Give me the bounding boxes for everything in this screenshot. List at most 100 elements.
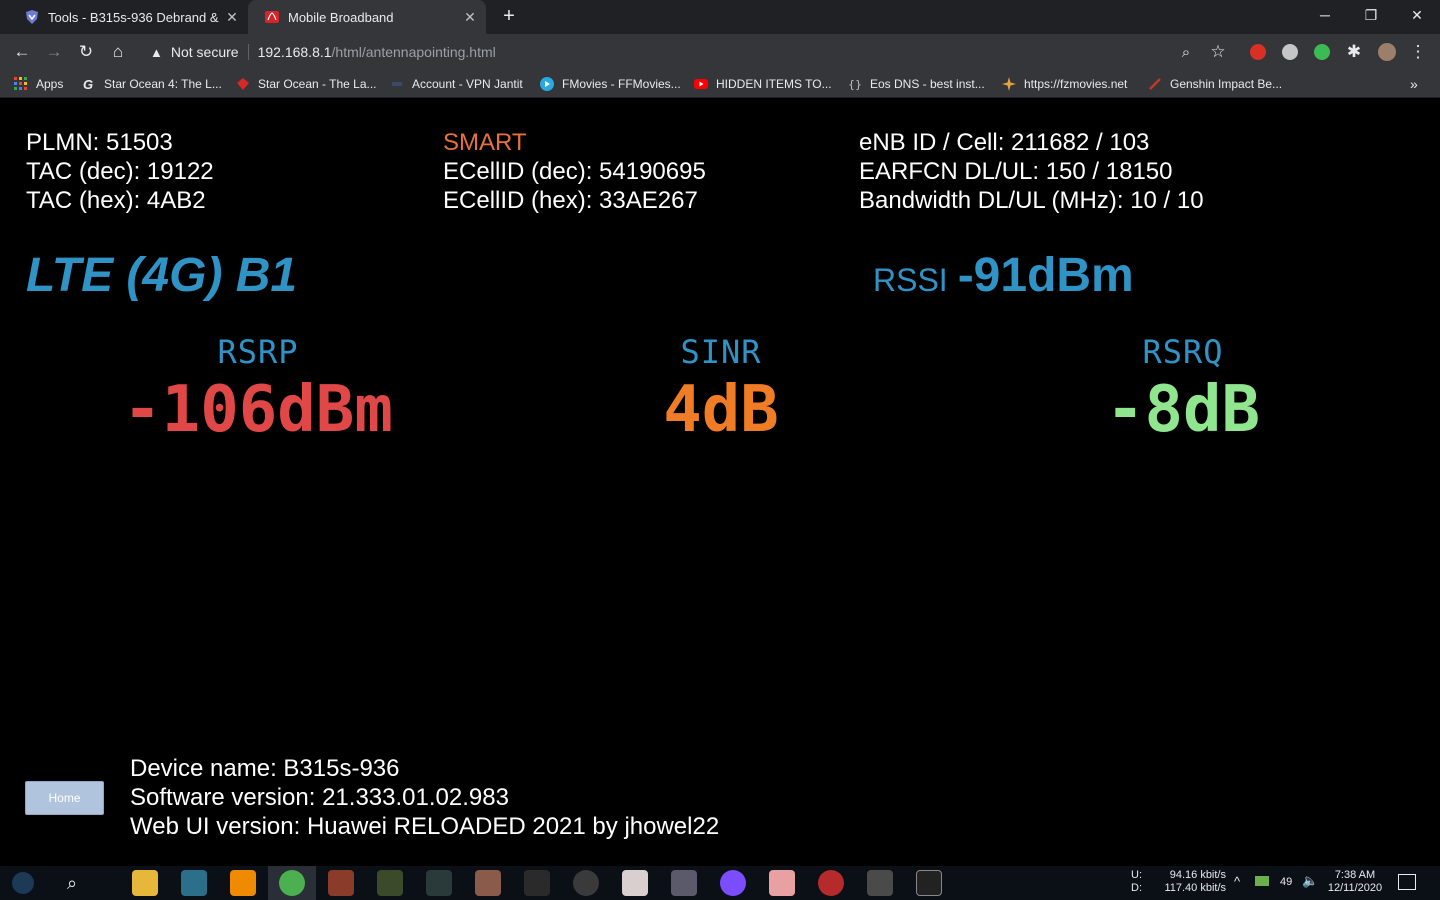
vlc-icon[interactable] <box>230 870 256 896</box>
tab-mobile-broadband[interactable]: Mobile Broadband ✕ <box>248 0 486 34</box>
address-bar[interactable]: ▲ Not secure 192.168.8.1/html/antennapoi… <box>142 38 1242 66</box>
plmn-value: PLMN: 51503 <box>26 129 173 156</box>
forward-icon[interactable]: → <box>42 40 66 64</box>
huawei-logo-icon <box>265 11 279 23</box>
restore-button[interactable]: ❐ <box>1348 0 1394 30</box>
search-icon[interactable]: ⌕ <box>60 871 84 895</box>
extension-compass-icon[interactable] <box>1282 44 1298 60</box>
genshin-site-icon <box>1149 78 1161 90</box>
webui-version: Web UI version: Huawei RELOADED 2021 by … <box>130 813 720 840</box>
svg-text:{}: {} <box>848 78 862 91</box>
ecellid-hex-value: ECellID (hex): 33AE267 <box>443 187 698 214</box>
rsrq-value: -8dB <box>1105 373 1261 447</box>
ecellid-dec-value: ECellID (dec): 54190695 <box>443 158 706 185</box>
svg-text:G: G <box>83 77 93 91</box>
bookmark-eos-dns[interactable]: {} Eos DNS - best inst... <box>848 75 985 93</box>
network-icon[interactable] <box>1255 876 1269 886</box>
nv-app-icon[interactable] <box>867 870 893 896</box>
start-orb-icon[interactable] <box>12 872 34 894</box>
close-tab-icon[interactable]: ✕ <box>460 7 480 27</box>
reload-icon[interactable]: ↻ <box>74 40 98 64</box>
rsrq-label: RSRQ <box>1142 333 1224 371</box>
browser-toolbar: ← → ↻ ⌂ ▲ Not secure 192.168.8.1/html/an… <box>0 34 1440 70</box>
extension-globe-icon[interactable] <box>1314 44 1330 60</box>
operator-name: SMART <box>443 129 527 156</box>
antenna-pointing-page: PLMN: 51503 TAC (dec): 19122 TAC (hex): … <box>0 98 1440 866</box>
bookmark-hidden-items[interactable]: HIDDEN ITEMS TO... <box>694 75 832 93</box>
file-explorer-icon[interactable] <box>132 870 158 896</box>
obs-icon[interactable] <box>573 870 599 896</box>
bookmark-star-ocean-4[interactable]: G Star Ocean 4: The L... <box>82 75 222 93</box>
anime-app-icon[interactable] <box>622 870 648 896</box>
back-icon[interactable]: ← <box>10 40 34 64</box>
volume-icon[interactable]: 🔈 <box>1302 874 1318 887</box>
apps-grid-icon <box>14 77 27 90</box>
rsrp-label: RSRP <box>217 333 299 371</box>
bookmark-genshin[interactable]: Genshin Impact Be... <box>1148 75 1282 93</box>
app-launcher-icon[interactable] <box>181 870 207 896</box>
net-speed-labels: U: D: <box>1131 869 1142 894</box>
assassins-creed-icon[interactable] <box>377 870 403 896</box>
vpn-shield-icon <box>26 10 38 24</box>
tray-chevron-icon[interactable]: ^ <box>1234 875 1240 888</box>
skyrim-icon[interactable] <box>524 870 550 896</box>
zoom-icon[interactable]: ⌕ <box>1174 40 1198 64</box>
terminal-icon[interactable] <box>916 870 942 896</box>
bookmark-star-ocean[interactable]: Star Ocean - The La... <box>236 75 377 93</box>
game-app-2-icon[interactable] <box>426 870 452 896</box>
tab-title: Mobile Broadband <box>288 9 394 25</box>
close-window-button[interactable]: ✕ <box>1394 0 1440 30</box>
home-button[interactable]: Home <box>25 781 104 815</box>
minimize-button[interactable]: ─ <box>1302 0 1348 30</box>
earfcn-value: EARFCN DL/UL: 150 / 18150 <box>859 158 1173 185</box>
game-app-5-icon[interactable] <box>818 870 844 896</box>
device-name: Device name: B315s-936 <box>130 755 400 782</box>
sinr-value: 4dB <box>663 373 779 447</box>
home-icon[interactable]: ⌂ <box>106 40 130 64</box>
bookmark-fzmovies[interactable]: https://fzmovies.net <box>1002 75 1127 93</box>
menu-kebab-icon[interactable]: ⋮ <box>1406 40 1430 64</box>
rsrp-metric: RSRP -106dBm <box>48 333 468 447</box>
tab-tools[interactable]: Tools - B315s-936 Debrand & Op ✕ <box>8 0 248 34</box>
adblock-icon[interactable] <box>1250 44 1266 60</box>
warning-icon: ▲ <box>150 44 163 60</box>
device-info: Device name: B315s-936 Software version:… <box>130 754 719 841</box>
enb-cell-value: eNB ID / Cell: 211682 / 103 <box>859 129 1150 156</box>
tac-dec-value: TAC (dec): 19122 <box>26 158 214 185</box>
clock-time: 7:38 AM <box>1334 869 1376 881</box>
bookmark-apps[interactable]: Apps <box>14 75 63 93</box>
network-mode: LTE (4G) B1 <box>26 249 298 302</box>
vpn-site-icon <box>392 82 402 86</box>
url-host: 192.168.8.1 <box>257 44 332 60</box>
more-bookmarks-chevron-icon[interactable]: » <box>1410 75 1418 93</box>
app-4-icon[interactable] <box>671 870 697 896</box>
new-tab-button[interactable]: + <box>497 5 521 29</box>
chrome-icon[interactable] <box>279 870 305 896</box>
bookmarks-bar: Apps G Star Ocean 4: The L... Star Ocean… <box>0 70 1440 98</box>
bookmark-vpn-jantit[interactable]: Account - VPN Jantit <box>390 75 523 93</box>
game-app-3-icon[interactable] <box>475 870 501 896</box>
net-speed-values: 94.16 kbit/s 117.40 kbit/s <box>1160 869 1226 895</box>
rssi-label: RSSI <box>873 262 948 298</box>
notifications-icon[interactable] <box>1398 874 1416 890</box>
pig-app-icon[interactable] <box>769 870 795 896</box>
game-app-icon[interactable] <box>328 870 354 896</box>
youtube-icon <box>694 79 708 89</box>
rssi-value: -91dBm <box>957 249 1134 302</box>
tab-strip: Tools - B315s-936 Debrand & Op ✕ Mobile … <box>0 0 1440 34</box>
rsrp-value: -106dBm <box>123 373 393 447</box>
clock[interactable]: 7:38 AM 12/11/2020 <box>1326 869 1384 895</box>
profile-avatar-icon[interactable] <box>1378 43 1396 61</box>
cell-info-middle: SMART ECellID (dec): 54190695 ECellID (h… <box>443 128 706 215</box>
software-version: Software version: 21.333.01.02.983 <box>130 784 509 811</box>
extensions-puzzle-icon[interactable]: ✱ <box>1342 40 1366 64</box>
url-path: /html/antennapointing.html <box>331 44 496 60</box>
security-label: Not secure <box>170 44 239 60</box>
red-gem-icon <box>237 78 249 90</box>
play-circle-icon <box>540 77 554 91</box>
bookmark-fmovies[interactable]: FMovies - FFMovies... <box>540 75 681 93</box>
close-tab-icon[interactable]: ✕ <box>222 7 242 27</box>
sinr-label: SINR <box>680 333 762 371</box>
messenger-icon[interactable] <box>720 870 746 896</box>
bookmark-star-icon[interactable]: ☆ <box>1206 40 1230 64</box>
